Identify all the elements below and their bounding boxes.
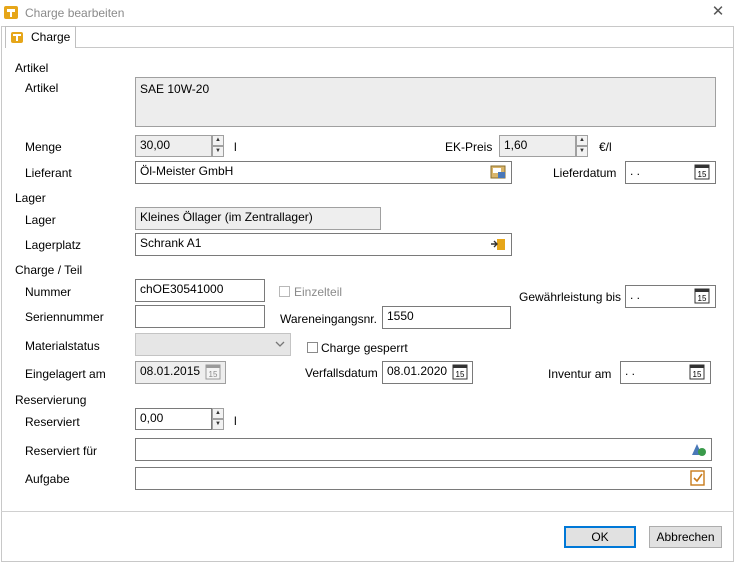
charge-gesperrt-label: Charge gesperrt xyxy=(321,341,408,355)
window-title: Charge bearbeiten xyxy=(25,6,125,20)
aufgabe-field[interactable] xyxy=(135,467,712,490)
materialstatus-label: Materialstatus xyxy=(25,339,100,353)
lagerplatz-label: Lagerplatz xyxy=(25,238,82,252)
lieferdatum-label: Lieferdatum xyxy=(553,166,617,180)
reserviert-fuer-label: Reserviert für xyxy=(25,444,98,458)
ek-preis-field[interactable]: 1,60 xyxy=(499,135,576,157)
seriennummer-field[interactable] xyxy=(135,305,265,328)
svg-text:15: 15 xyxy=(209,370,218,379)
lager-label: Lager xyxy=(25,213,56,227)
ek-preis-label: EK-Preis xyxy=(445,140,493,154)
einzelteil-label: Einzelteil xyxy=(294,285,343,299)
gewaehrleistung-label: Gewährleistung bis xyxy=(519,290,622,304)
calendar-icon[interactable]: 15 xyxy=(205,364,221,380)
menge-field[interactable]: 30,00 xyxy=(135,135,212,157)
ok-button[interactable]: OK xyxy=(564,526,636,548)
calendar-icon[interactable]: 15 xyxy=(689,364,705,380)
storage-location-picker-icon[interactable] xyxy=(489,236,507,252)
section-lager: Lager xyxy=(15,191,46,205)
chevron-down-icon[interactable] xyxy=(275,340,285,348)
lager-field[interactable]: Kleines Öllager (im Zentrallager) xyxy=(135,207,381,230)
section-artikel: Artikel xyxy=(15,61,49,75)
wareneingangsnr-label: Wareneingangsnr. xyxy=(280,312,377,326)
eingelagert-label: Eingelagert am xyxy=(25,367,106,381)
svg-text:15: 15 xyxy=(698,170,707,179)
task-picker-icon[interactable] xyxy=(689,470,707,486)
svg-text:15: 15 xyxy=(693,370,702,379)
app-icon xyxy=(4,6,18,19)
verfallsdatum-label: Verfallsdatum xyxy=(305,366,378,380)
aufgabe-label: Aufgabe xyxy=(25,472,70,486)
calendar-icon[interactable]: 15 xyxy=(694,164,710,180)
artikel-label: Artikel xyxy=(25,81,59,95)
charge-tab-icon xyxy=(11,32,23,43)
menge-spin-down-icon[interactable]: ▼ xyxy=(212,146,224,157)
svg-text:15: 15 xyxy=(698,294,707,303)
customer-picker-icon[interactable] xyxy=(689,441,707,457)
menge-spin-up-icon[interactable]: ▲ xyxy=(212,135,224,146)
charge-gesperrt-checkbox[interactable] xyxy=(307,342,318,353)
ek-preis-spin-up-icon[interactable]: ▲ xyxy=(576,135,588,146)
reserviert-label: Reserviert xyxy=(25,415,80,429)
seriennummer-label: Seriennummer xyxy=(25,310,104,324)
ek-unit: €/l xyxy=(599,140,612,154)
calendar-icon[interactable]: 15 xyxy=(694,288,710,304)
tab-charge[interactable]: Charge xyxy=(5,26,76,48)
menge-unit: l xyxy=(234,140,237,154)
tab-divider xyxy=(76,47,733,48)
calendar-icon[interactable]: 15 xyxy=(452,364,468,380)
nummer-label: Nummer xyxy=(25,285,72,299)
ek-preis-spin-down-icon[interactable]: ▼ xyxy=(576,146,588,157)
supplier-picker-icon[interactable] xyxy=(489,164,507,180)
cancel-button[interactable]: Abbrechen xyxy=(649,526,722,548)
reserviert-spin-down-icon[interactable]: ▼ xyxy=(212,419,224,430)
lagerplatz-field[interactable]: Schrank A1 xyxy=(135,233,512,256)
reserviert-field[interactable]: 0,00 xyxy=(135,408,212,430)
footer-divider xyxy=(1,511,734,512)
wareneingangsnr-field[interactable]: 1550 xyxy=(382,306,511,329)
reserviert-fuer-field[interactable] xyxy=(135,438,712,461)
materialstatus-select[interactable] xyxy=(135,333,291,356)
reserviert-unit: l xyxy=(234,414,237,428)
svg-text:15: 15 xyxy=(456,370,465,379)
menge-label: Menge xyxy=(25,140,62,154)
section-charge-teil: Charge / Teil xyxy=(15,263,83,277)
inventur-label: Inventur am xyxy=(548,367,612,381)
reserviert-spin-up-icon[interactable]: ▲ xyxy=(212,408,224,419)
einzelteil-checkbox[interactable] xyxy=(279,286,290,297)
tab-charge-label: Charge xyxy=(31,30,71,44)
section-reservierung: Reservierung xyxy=(15,393,87,407)
nummer-field[interactable]: chOE30541000 xyxy=(135,279,265,302)
artikel-field[interactable]: SAE 10W-20 xyxy=(135,77,716,127)
close-icon[interactable]: ✕ xyxy=(708,2,728,22)
lieferant-label: Lieferant xyxy=(25,166,72,180)
lieferant-field[interactable]: Öl-Meister GmbH xyxy=(135,161,512,184)
